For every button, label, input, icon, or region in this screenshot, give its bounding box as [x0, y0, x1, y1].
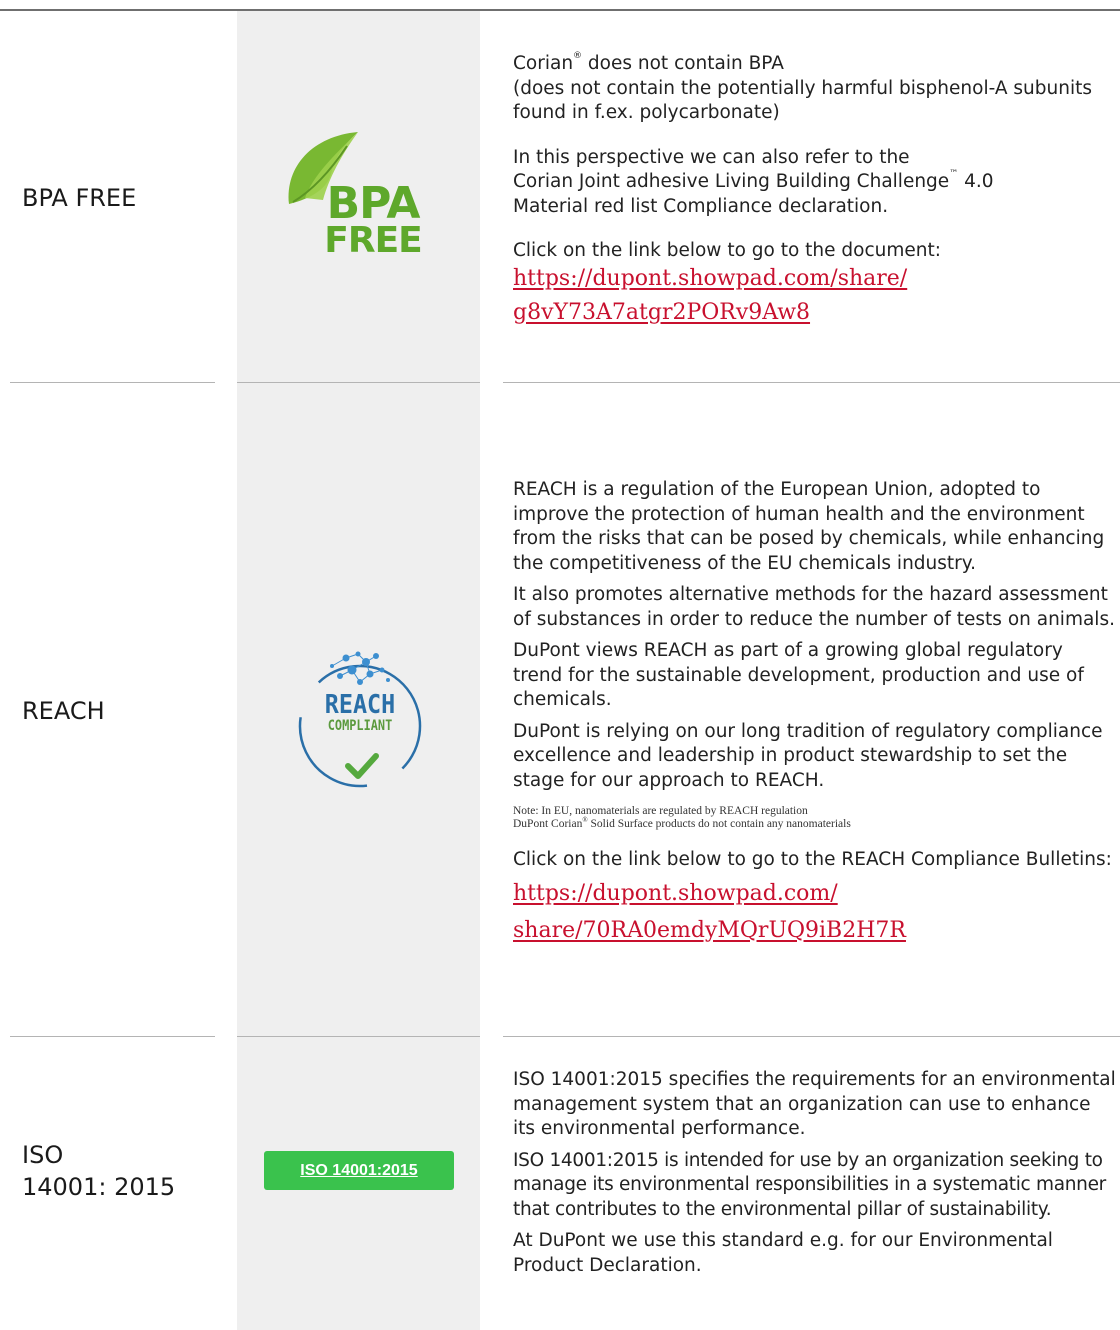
reach-note: Note: In EU, nanomaterials are regulated…	[513, 805, 851, 830]
iso-description: ISO 14001:2015 specifies the requirement…	[513, 1068, 1120, 1278]
reach-compliant-logo: REACH COMPLIANT	[296, 648, 424, 790]
iso-badge-text: ISO 14001:2015	[300, 1161, 418, 1179]
reach-paragraph-2: It also promotes alternative methods for…	[513, 584, 1115, 630]
bpa-logo-line1: BPA	[326, 178, 421, 229]
reach-paragraph-4: DuPont is relying on our long tradition …	[513, 720, 1103, 791]
iso-paragraph-1: ISO 14001:2015 specifies the requirement…	[513, 1069, 1116, 1139]
bpa-click-text: Click on the link below to go to the doc…	[513, 240, 941, 261]
row-divider	[503, 1036, 1120, 1037]
reach-description: REACH is a regulation of the European Un…	[513, 478, 1120, 949]
row-label-bpa-free: BPA FREE	[22, 184, 137, 212]
row-divider	[237, 1036, 480, 1037]
bpa-free-leaf-logo: BPA FREE	[283, 126, 423, 260]
reach-click-text: Click on the link below to go to the REA…	[513, 849, 1112, 870]
bpa-paren-line1: (does not contain the potentially harmfu…	[513, 77, 1092, 99]
bpa-refer-line2: Corian Joint adhesive Living Building Ch…	[513, 169, 994, 193]
row-divider	[503, 382, 1120, 383]
bpa-description: Corian® does not contain BPA (does not c…	[513, 52, 1120, 330]
reach-logo-line1: REACH	[324, 690, 396, 720]
row-label-iso: ISO 14001: 2015	[22, 1141, 176, 1201]
bpa-paren-line2: found in f.ex. polycarbonate)	[513, 102, 780, 123]
row-label-reach: REACH	[22, 697, 105, 725]
bpa-document-link[interactable]: https://dupont.showpad.com/share/g8vY73A…	[513, 262, 1120, 330]
iso-paragraph-2: ISO 14001:2015 is intended for use by an…	[513, 1149, 1106, 1220]
bpa-refer-line3: Material red list Compliance declaration…	[513, 195, 889, 217]
bpa-refer-line1: In this perspective we can also refer to…	[513, 146, 910, 168]
iso-paragraph-3: At DuPont we use this standard e.g. for …	[513, 1230, 1053, 1276]
bpa-logo-text: BPA FREE	[323, 178, 423, 261]
bpa-logo-line2: FREE	[324, 220, 423, 261]
reach-logo-text: REACH COMPLIANT	[296, 692, 424, 734]
reach-paragraph-3: DuPont views REACH as part of a growing …	[513, 640, 1084, 710]
reach-bulletins-link[interactable]: https://dupont.showpad.com/share/70RA0em…	[513, 875, 1120, 949]
row-divider	[10, 382, 215, 383]
reach-logo-line2: COMPLIANT	[327, 718, 393, 734]
reach-paragraph-1: REACH is a regulation of the European Un…	[513, 479, 1105, 574]
iso-14001-badge: ISO 14001:2015	[264, 1151, 454, 1190]
row-divider	[237, 382, 480, 383]
bpa-intro: Corian® does not contain BPA	[513, 51, 784, 75]
row-divider	[10, 1036, 215, 1037]
top-rule	[0, 9, 1120, 11]
